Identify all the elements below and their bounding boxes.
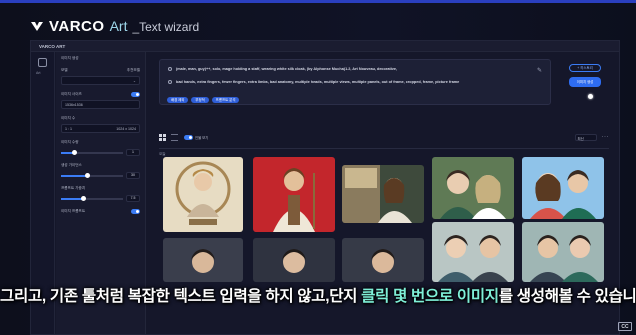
person-view-toggle[interactable] (184, 134, 193, 140)
model-label: 모델 추천모델 (61, 68, 140, 72)
gallery-toolbar: 인물 보기 최신 ··· (159, 132, 609, 142)
person-view-label: 인물 보기 (195, 135, 209, 140)
chip-3[interactable]: 프롬프트 분석 (211, 97, 240, 103)
brand-product: Art (109, 18, 128, 34)
prompt-chips: 배경 제외 부정적 프롬프트 분석 (167, 97, 240, 103)
top-accent-line (0, 0, 636, 3)
model-select[interactable]: ⌄ (61, 76, 140, 85)
guidance-label: 생성 가이던스 (61, 163, 82, 167)
gallery-thumb[interactable] (342, 165, 424, 223)
brand-subtitle: _Text wizard (132, 20, 200, 34)
varco-logo-icon (31, 22, 43, 31)
sort-select[interactable]: 최신 (574, 133, 597, 141)
subtitle-part2: 를 생성해볼 수 있습니다. (498, 288, 636, 305)
ratio-label: 이미지 수 (61, 116, 76, 120)
divider (159, 148, 609, 149)
generate-button[interactable]: 이미지 생성 (569, 77, 601, 87)
ratio-select[interactable]: 1 : 1 1024 x 1024 (61, 124, 140, 133)
gallery-thumb[interactable] (342, 238, 424, 282)
art-nav-icon[interactable] (38, 58, 47, 67)
chevron-down-icon: ⌄ (132, 79, 136, 83)
history-button[interactable]: + 히스토리 (569, 64, 601, 72)
gallery-thumb[interactable] (432, 157, 514, 219)
subtitle-highlight: 클릭 몇 번으로 이미지 (361, 288, 499, 305)
list-view-icon[interactable] (171, 133, 178, 141)
grid-view-icon[interactable] (159, 133, 166, 141)
brand-header: VARCO Art _Text wizard (30, 18, 199, 35)
gallery-thumb[interactable] (163, 157, 243, 232)
chip-2[interactable]: 부정적 (191, 97, 209, 103)
action-buttons: + 히스토리 이미지 생성 (569, 64, 601, 87)
video-frame: VARCO Art _Text wizard VARCO ART Art 이미지… (0, 0, 636, 335)
image-size-label: 이미지 사이즈 (61, 92, 140, 97)
negative-prompt[interactable]: bad hands, extra fingers, fewer fingers,… (168, 80, 459, 84)
gallery-thumb[interactable] (522, 222, 604, 282)
panel-header: 이미지 생성 (61, 56, 79, 60)
brand-name: VARCO (49, 18, 105, 35)
app-title: VARCO ART (31, 41, 619, 52)
quantity-slider[interactable]: 1 (61, 149, 140, 156)
video-subtitle: 그리고, 기존 툴처럼 복잡한 텍스트 입력을 하지 않고,단지 클릭 몇 번으… (0, 284, 636, 306)
more-icon[interactable]: ··· (602, 134, 610, 140)
image-size-toggle[interactable] (131, 92, 140, 97)
prompt-weight-slider[interactable]: 7.5 (61, 195, 140, 202)
subtitle-part1: 그리고, 기존 툴처럼 복잡한 텍스트 입력을 하지 않고,단지 (0, 288, 362, 305)
gallery-thumb[interactable] (432, 222, 514, 282)
positive-prompt[interactable]: (male, man, guy)++, solo, mage holding a… (168, 67, 397, 71)
prompt-weight-label: 프롬프트 가중치 (61, 186, 86, 190)
positive-prompt-icon (168, 67, 172, 71)
gallery-thumb[interactable] (163, 238, 243, 282)
edit-pencil-icon[interactable]: ✎ (537, 67, 542, 74)
closed-caption-icon[interactable]: CC (618, 322, 632, 331)
chip-1[interactable]: 배경 제외 (167, 97, 189, 103)
quantity-label: 이미지 수량 (61, 140, 79, 144)
gallery-thumb[interactable] (522, 157, 604, 219)
image-size-input[interactable]: 1536x1536 (61, 100, 140, 109)
mouse-cursor (588, 94, 593, 99)
image-prompt-toggle[interactable] (131, 209, 140, 214)
image-prompt-label: 이미지 프롬프트 (61, 209, 140, 214)
gallery-thumb[interactable] (253, 238, 335, 282)
negative-prompt-icon (168, 80, 172, 84)
guidance-slider[interactable]: 30 (61, 172, 140, 179)
gallery-thumb[interactable] (253, 157, 335, 232)
rail-label: Art (36, 71, 41, 75)
